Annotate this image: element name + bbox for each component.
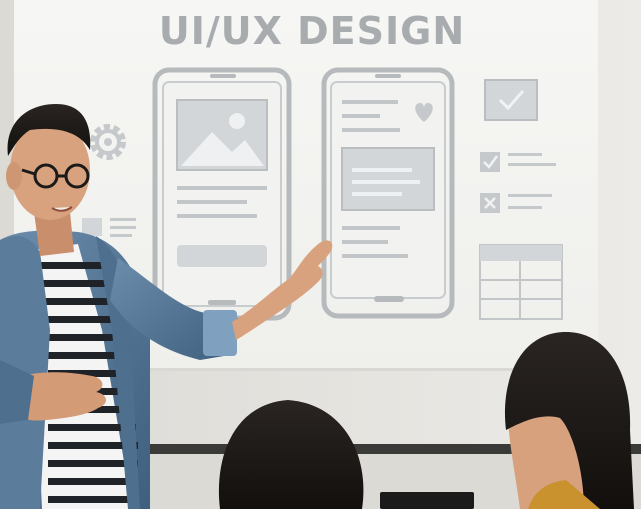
checkbox-checked-icon	[484, 79, 538, 121]
slide-title: UI/UX DESIGN	[159, 9, 465, 53]
laptop	[380, 492, 474, 509]
sleeve-cuff	[203, 310, 237, 356]
phone-mockup-left	[152, 67, 292, 321]
image-placeholder-icon	[176, 99, 268, 171]
checkbox-cross-icon	[480, 193, 500, 213]
scene-illustration: UI/UX DESIGN	[0, 0, 641, 509]
phone-mockup-right	[321, 67, 455, 319]
presentation-scene: UI/UX DESIGN	[0, 0, 641, 509]
